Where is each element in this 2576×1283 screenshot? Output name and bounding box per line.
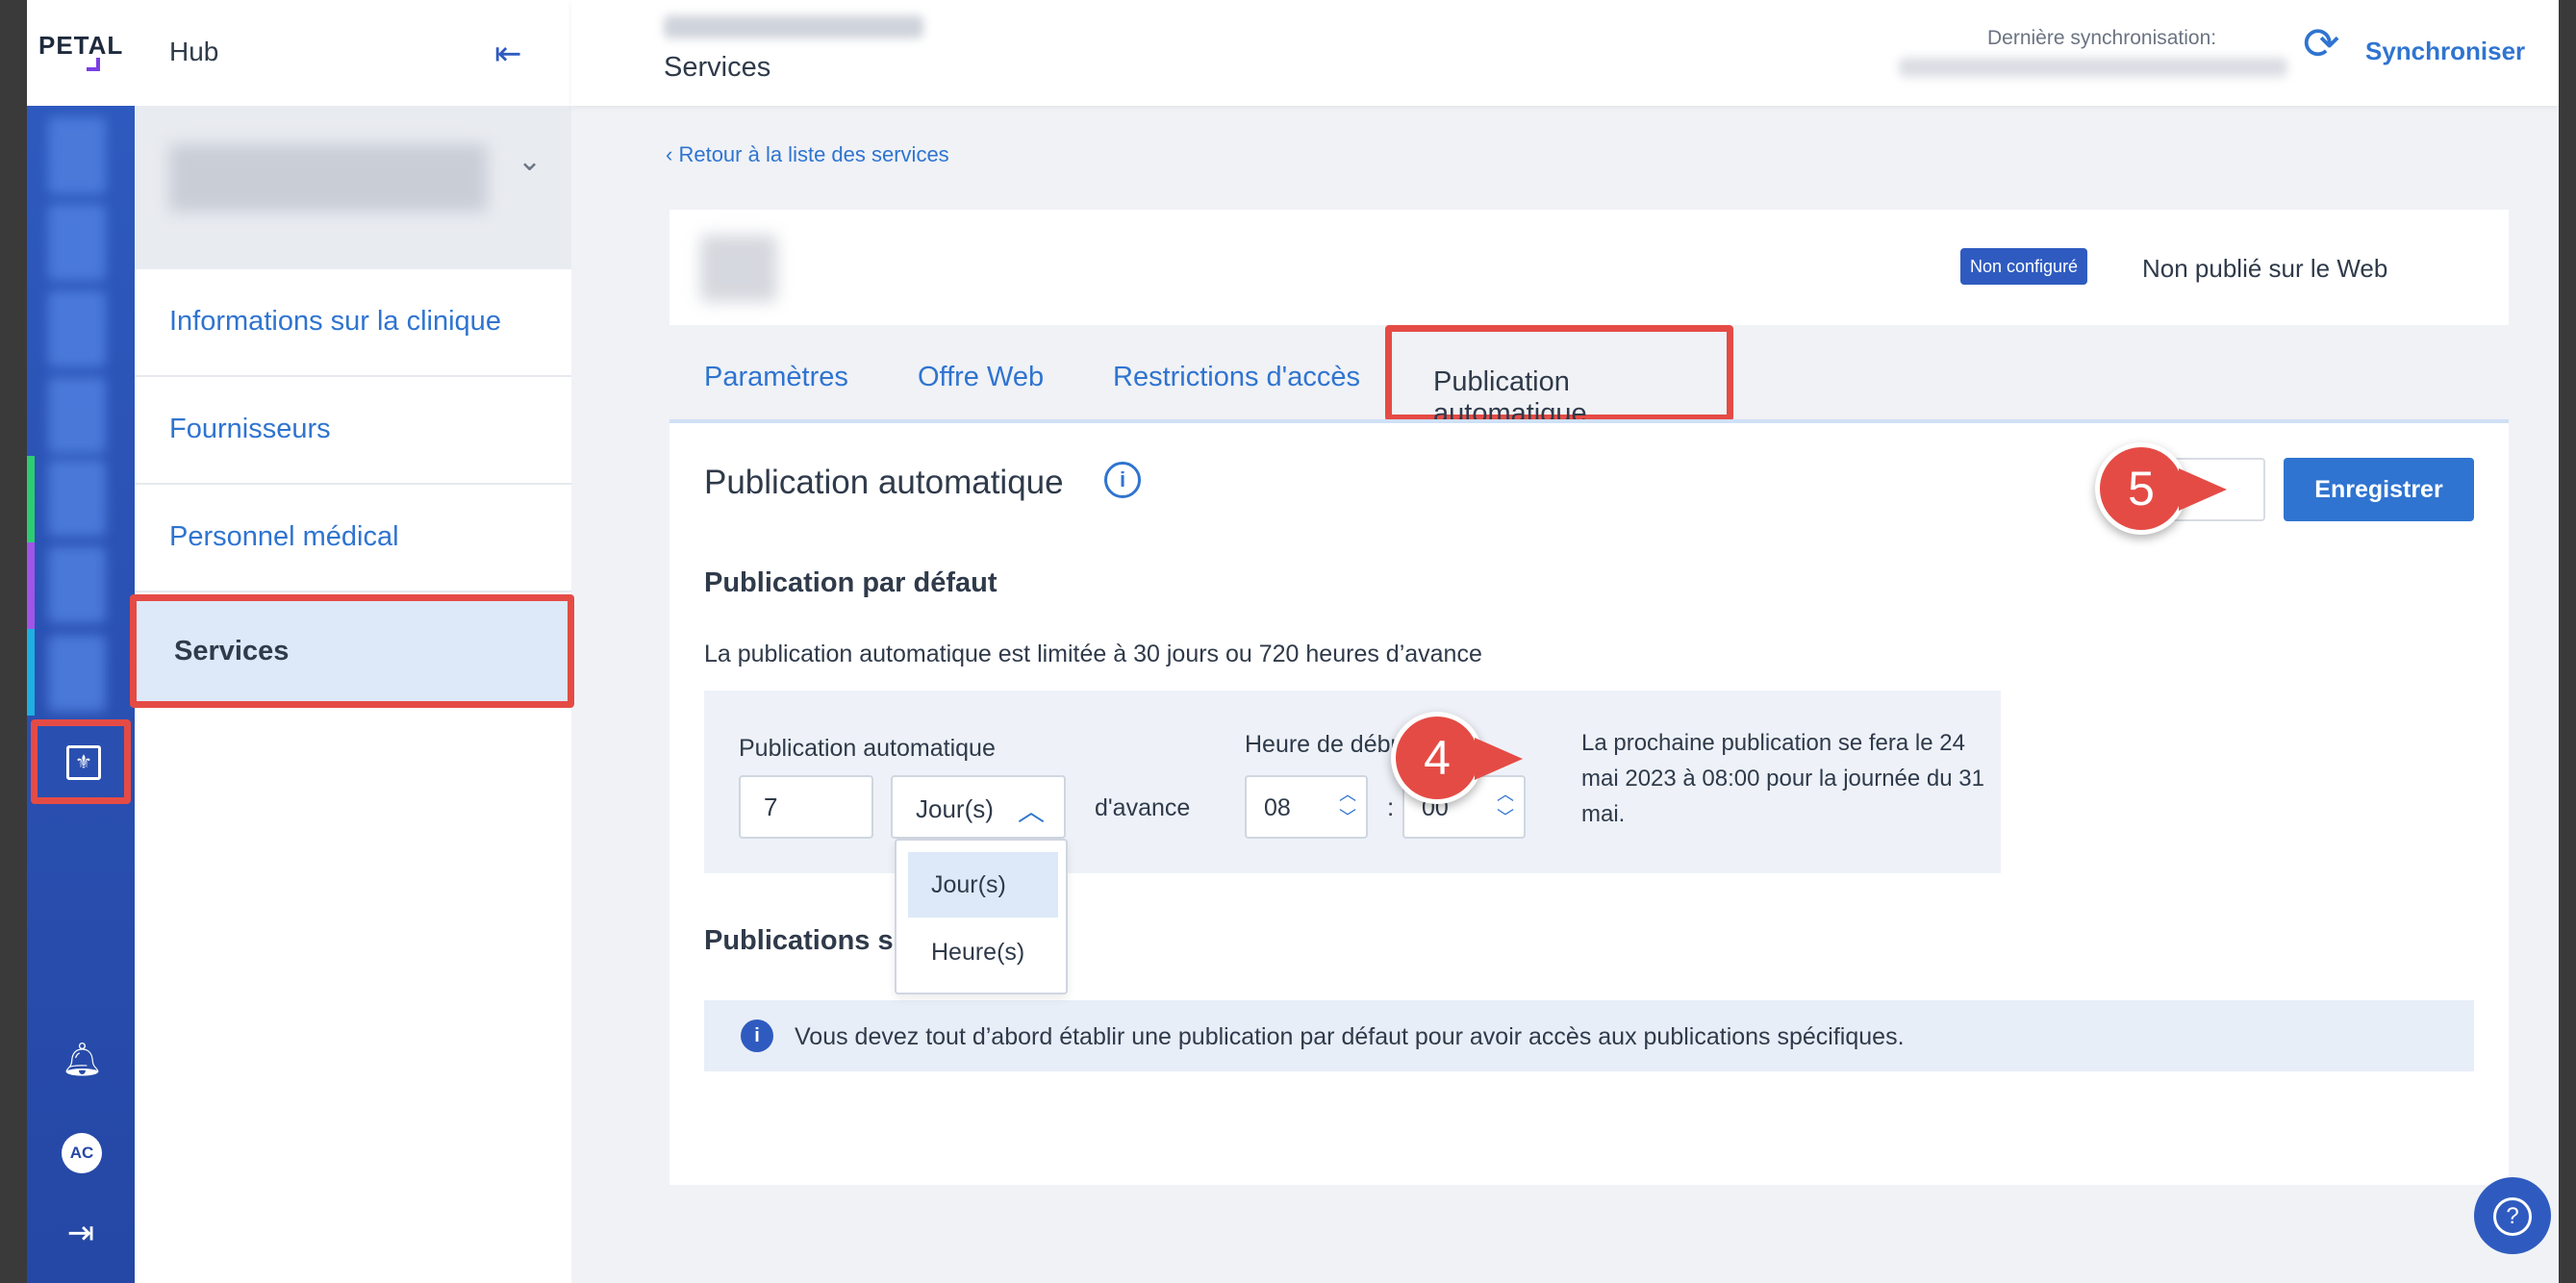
petal-logo: PETAL [38, 31, 124, 60]
logo-mark-icon [87, 58, 100, 71]
default-publication-title: Publication par défaut [704, 567, 998, 598]
avatar[interactable]: AC [62, 1133, 102, 1173]
tab-parameters[interactable]: Paramètres [704, 362, 848, 393]
tab-auto-publication[interactable]: Publication automatique [1385, 325, 1733, 429]
logo-area: PETAL [27, 0, 135, 106]
unit-select[interactable]: Jour(s) ︿ [891, 775, 1066, 839]
sidebar-item-clinic-info[interactable]: Informations sur la clinique [135, 269, 571, 377]
save-button[interactable]: Enregistrer [2284, 458, 2474, 521]
chevron-left-icon: ‹ [666, 142, 679, 166]
step-callout-5: 5 [2095, 442, 2227, 535]
step-callout-4: 4 [1391, 712, 1523, 804]
rail-item-services[interactable]: ⚜ [31, 719, 131, 804]
rail-item-blurred[interactable] [48, 460, 106, 537]
dropdown-option-days[interactable]: Jour(s) [908, 852, 1058, 918]
fleur-de-lis-icon: ⚜ [66, 745, 101, 780]
specific-publications-title: Publications sp [704, 925, 911, 956]
sidebar-item-medical-staff[interactable]: Personnel médical [135, 485, 571, 592]
sync-icon[interactable]: ⟳ [2303, 21, 2340, 65]
tab-access-restrictions[interactable]: Restrictions d'accès [1113, 362, 1360, 393]
advance-quantity-input[interactable]: 7 [739, 775, 873, 839]
stepper-arrows-icon[interactable]: ︿ ﹀ [1339, 783, 1356, 829]
section-title: Publication automatique [704, 464, 1064, 501]
page-title: Services [664, 52, 771, 83]
service-header: Non configuré Non publié sur le Web [669, 210, 2509, 325]
bell-icon[interactable]: 🔔︎ [62, 1041, 103, 1079]
collapse-sidebar-icon[interactable]: ⇤ [494, 35, 522, 73]
rail-accent-purple [27, 542, 35, 629]
chevron-down-icon: ⌄ [518, 145, 543, 177]
unit-select-value: Jour(s) [916, 794, 994, 823]
web-status: Non publié sur le Web [2142, 254, 2388, 283]
start-hour-input[interactable]: 08 ︿ ﹀ [1245, 775, 1368, 839]
breadcrumb-blurred [664, 15, 923, 38]
time-separator: : [1387, 792, 1395, 821]
rail-accent-green [27, 456, 35, 542]
sidebar-item-providers[interactable]: Fournisseurs [135, 377, 571, 485]
rail-item-blurred[interactable] [48, 290, 106, 367]
clinic-selector[interactable]: ⌄ [135, 106, 571, 269]
limit-text: La publication automatique est limitée à… [704, 641, 1482, 667]
back-link[interactable]: ‹ Retour à la liste des services [666, 142, 949, 167]
info-icon[interactable]: i [1104, 462, 1141, 498]
sync-time-blurred [1899, 58, 2287, 77]
auto-publication-panel: Publication automatique i Enregistrer Pu… [669, 423, 2509, 1185]
app-window: PETAL ⚜ 🔔︎ AC ⇥ Hub ⇤ ⌄ Informations sur… [27, 0, 2559, 1283]
sidebar-item-label: Fournisseurs [169, 414, 331, 444]
sidebar: Hub ⇤ ⌄ Informations sur la clinique Fou… [130, 0, 574, 1283]
help-icon: ? [2493, 1197, 2532, 1237]
sync-button[interactable]: Synchroniser [2365, 37, 2525, 66]
rail-item-blurred[interactable] [48, 635, 106, 712]
status-badge: Non configuré [1960, 248, 2088, 285]
sidebar-item-services[interactable]: Services [130, 594, 574, 708]
back-link-label: Retour à la liste des services [678, 142, 949, 166]
help-button[interactable]: ? [2474, 1177, 2551, 1254]
dropdown-option-hours[interactable]: Heure(s) [908, 919, 1058, 985]
rail-accent-cyan [27, 629, 35, 716]
service-name-blurred [700, 235, 777, 302]
rail-item-blurred[interactable] [48, 204, 106, 281]
sidebar-item-label: Informations sur la clinique [169, 306, 501, 337]
sidebar-item-label: Personnel médical [169, 521, 399, 552]
logout-icon[interactable]: ⇥ [62, 1214, 100, 1252]
stepper-arrows-icon[interactable]: ︿ ﹀ [1497, 783, 1514, 829]
topbar: Services Dernière synchronisation: ⟳ Syn… [571, 0, 2559, 106]
tab-bar: Paramètres Offre Web Restrictions d'accè… [669, 325, 2509, 429]
clinic-name-blurred [169, 144, 487, 212]
start-hour-value: 08 [1264, 794, 1291, 821]
info-notice: i Vous devez tout d’abord établir une pu… [704, 1000, 2474, 1071]
info-filled-icon: i [741, 1019, 773, 1052]
sync-label: Dernière synchronisation: [1987, 27, 2217, 49]
next-publication-text: La prochaine publication se fera le 24 m… [1581, 730, 1984, 827]
notice-text: Vous devez tout d’abord établir une publ… [795, 1023, 1905, 1050]
unit-dropdown-menu: Jour(s) Heure(s) [895, 839, 1068, 994]
app-rail: PETAL ⚜ 🔔︎ AC ⇥ [27, 0, 135, 1283]
app-title: Hub [169, 37, 219, 66]
rail-item-blurred[interactable] [48, 377, 106, 454]
tab-web-offer[interactable]: Offre Web [918, 362, 1044, 393]
sidebar-header: Hub ⇤ [135, 0, 571, 106]
rail-item-blurred[interactable] [48, 546, 106, 623]
sidebar-item-label: Services [174, 636, 290, 667]
advance-text: d'avance [1095, 794, 1191, 821]
auto-publication-label: Publication automatique [739, 735, 996, 762]
rail-item-blurred[interactable] [48, 117, 106, 194]
chevron-up-icon: ︿ [1018, 796, 1046, 826]
